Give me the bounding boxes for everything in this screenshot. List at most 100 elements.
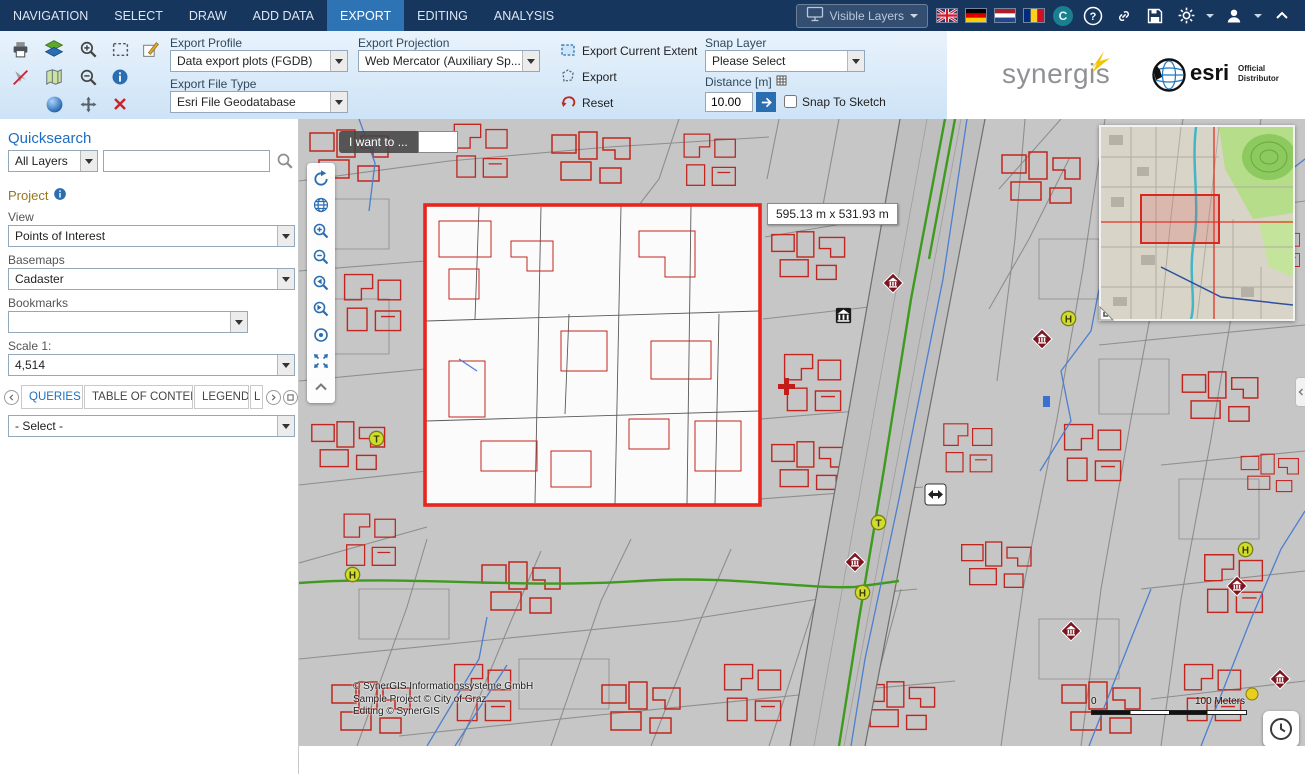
tram-stop-icon[interactable] xyxy=(871,515,885,529)
language-icon[interactable]: C xyxy=(1053,6,1073,26)
map-tool-strip xyxy=(307,163,335,403)
previous-extent-icon[interactable] xyxy=(308,270,334,296)
menubar-right-cluster: Visible Layers C ? xyxy=(796,0,1305,31)
snap-layer-select[interactable]: Please Select xyxy=(705,50,865,72)
help-icon[interactable]: ? xyxy=(1082,5,1104,27)
right-panel-collapse-handle[interactable] xyxy=(1295,377,1305,407)
tab-draw[interactable]: DRAW xyxy=(176,0,240,31)
basemaps-select[interactable]: Cadaster xyxy=(8,268,295,290)
distance-input[interactable] xyxy=(705,92,753,112)
user-account-icon[interactable] xyxy=(1223,5,1245,27)
globe-3d-icon[interactable] xyxy=(40,91,68,117)
dropdown-arrow-icon xyxy=(277,226,294,246)
overview-extent-rectangle[interactable] xyxy=(1141,195,1219,243)
query-select-value: - Select - xyxy=(15,419,63,433)
tab-navigation[interactable]: NAVIGATION xyxy=(0,0,101,31)
i-want-to-label[interactable]: I want to ... xyxy=(339,131,418,153)
collapse-toolstrip-icon[interactable] xyxy=(308,374,334,400)
zoom-out-icon[interactable] xyxy=(308,244,334,270)
visible-layers-dropdown[interactable]: Visible Layers xyxy=(796,4,928,28)
full-extent-icon[interactable] xyxy=(308,348,334,374)
road-width-poi-icon[interactable] xyxy=(925,484,946,505)
info-icon[interactable] xyxy=(106,64,134,90)
i-want-to-input[interactable] xyxy=(418,131,458,153)
bookmarks-select[interactable] xyxy=(8,311,248,333)
collapse-ribbon-icon[interactable] xyxy=(1271,5,1293,27)
scale-select[interactable]: 4,514 xyxy=(8,354,295,376)
i-want-to-widget[interactable]: I want to ... xyxy=(339,131,458,153)
tab-add-data[interactable]: ADD DATA xyxy=(240,0,327,31)
museum-poi-icon[interactable] xyxy=(836,308,851,323)
tab-scroll-right-icon[interactable] xyxy=(266,390,281,405)
quicksearch-link[interactable]: Quicksearch xyxy=(8,130,91,147)
tab-detach-icon[interactable] xyxy=(283,390,298,405)
share-link-icon[interactable] xyxy=(1113,5,1135,27)
quicksearch-input[interactable] xyxy=(103,150,270,172)
next-extent-icon[interactable] xyxy=(308,296,334,322)
zoom-out-tool-icon[interactable] xyxy=(74,64,102,90)
refresh-map-icon[interactable] xyxy=(308,166,334,192)
export-button[interactable]: Export xyxy=(560,67,617,87)
bus-stop-icon[interactable] xyxy=(1061,311,1075,325)
dropdown-arrow-icon xyxy=(522,51,539,71)
basemap-icon[interactable] xyxy=(40,64,68,90)
tab-scroll-left-icon[interactable] xyxy=(4,390,19,405)
measurement-tooltip: 595.13 m x 531.93 m xyxy=(767,203,898,225)
project-info-icon[interactable] xyxy=(53,187,67,204)
flag-germany-icon[interactable] xyxy=(966,9,986,22)
snap-to-sketch-checkbox[interactable] xyxy=(784,95,797,108)
export-projection-select[interactable]: Web Mercator (Auxiliary Sp... xyxy=(358,50,540,72)
tab-queries[interactable]: QUERIES xyxy=(21,385,83,409)
center-map-icon[interactable] xyxy=(308,322,334,348)
tab-table-of-content[interactable]: TABLE OF CONTENT xyxy=(84,385,193,409)
map-canvas[interactable]: H T xyxy=(299,119,1305,746)
tab-select[interactable]: SELECT xyxy=(101,0,176,31)
overview-toggle-icon[interactable] xyxy=(1099,303,1117,324)
overview-map[interactable] xyxy=(1099,125,1295,321)
export-current-extent-button[interactable]: Export Current Extent xyxy=(560,41,697,61)
reset-button[interactable]: Reset xyxy=(560,93,613,113)
flag-uk-icon[interactable] xyxy=(937,9,957,22)
search-scope-select[interactable]: All Layers xyxy=(8,150,98,172)
bus-stop-icon[interactable] xyxy=(345,567,359,581)
map-copyright: © SynerGIS Informationssysteme GmbH Samp… xyxy=(353,681,533,719)
tab-editing[interactable]: EDITING xyxy=(404,0,481,31)
view-select[interactable]: Points of Interest xyxy=(8,225,295,247)
dropdown-arrow-icon xyxy=(847,51,864,71)
pan-tool-icon[interactable] xyxy=(74,91,102,117)
poi-dot-icon[interactable] xyxy=(1246,688,1258,700)
blue-marker-icon[interactable] xyxy=(1043,396,1050,407)
clear-selection-icon[interactable] xyxy=(6,64,34,90)
delete-sketch-icon[interactable] xyxy=(106,91,134,117)
query-select[interactable]: - Select - xyxy=(8,415,295,437)
tab-layers-clipped[interactable]: L xyxy=(250,385,263,409)
apply-distance-button[interactable] xyxy=(756,92,776,112)
tab-legend[interactable]: LEGEND xyxy=(194,385,249,409)
zoom-in-tool-icon[interactable] xyxy=(74,36,102,62)
flag-romania-icon[interactable] xyxy=(1024,9,1044,22)
bus-stop-icon[interactable] xyxy=(1238,542,1252,556)
export-projection-value: Web Mercator (Auxiliary Sp... xyxy=(365,54,521,68)
time-slider-button[interactable] xyxy=(1263,711,1299,746)
tab-analysis[interactable]: ANALYSIS xyxy=(481,0,567,31)
user-caret-icon[interactable] xyxy=(1254,14,1262,18)
tab-export[interactable]: EXPORT xyxy=(327,0,404,31)
settings-gear-icon[interactable] xyxy=(1175,5,1197,27)
print-icon[interactable] xyxy=(6,36,34,62)
globe-icon[interactable] xyxy=(308,192,334,218)
synergis-flash-icon xyxy=(1088,49,1112,76)
export-file-type-select[interactable]: Esri File Geodatabase xyxy=(170,91,348,113)
layered-map-icon[interactable] xyxy=(40,36,68,62)
tram-stop-icon[interactable] xyxy=(369,431,383,445)
export-profile-value: Data export plots (FGDB) xyxy=(177,54,312,68)
select-rectangle-icon[interactable] xyxy=(106,36,134,62)
flag-netherlands-icon[interactable] xyxy=(995,9,1015,22)
snap-to-sketch-label: Snap To Sketch xyxy=(802,95,886,109)
export-profile-select[interactable]: Data export plots (FGDB) xyxy=(170,50,348,72)
search-icon[interactable] xyxy=(276,152,294,173)
settings-caret-icon[interactable] xyxy=(1206,14,1214,18)
bus-stop-icon[interactable] xyxy=(855,585,869,599)
zoom-in-icon[interactable] xyxy=(308,218,334,244)
save-icon[interactable] xyxy=(1144,5,1166,27)
export-sketch-icon[interactable] xyxy=(136,36,164,62)
